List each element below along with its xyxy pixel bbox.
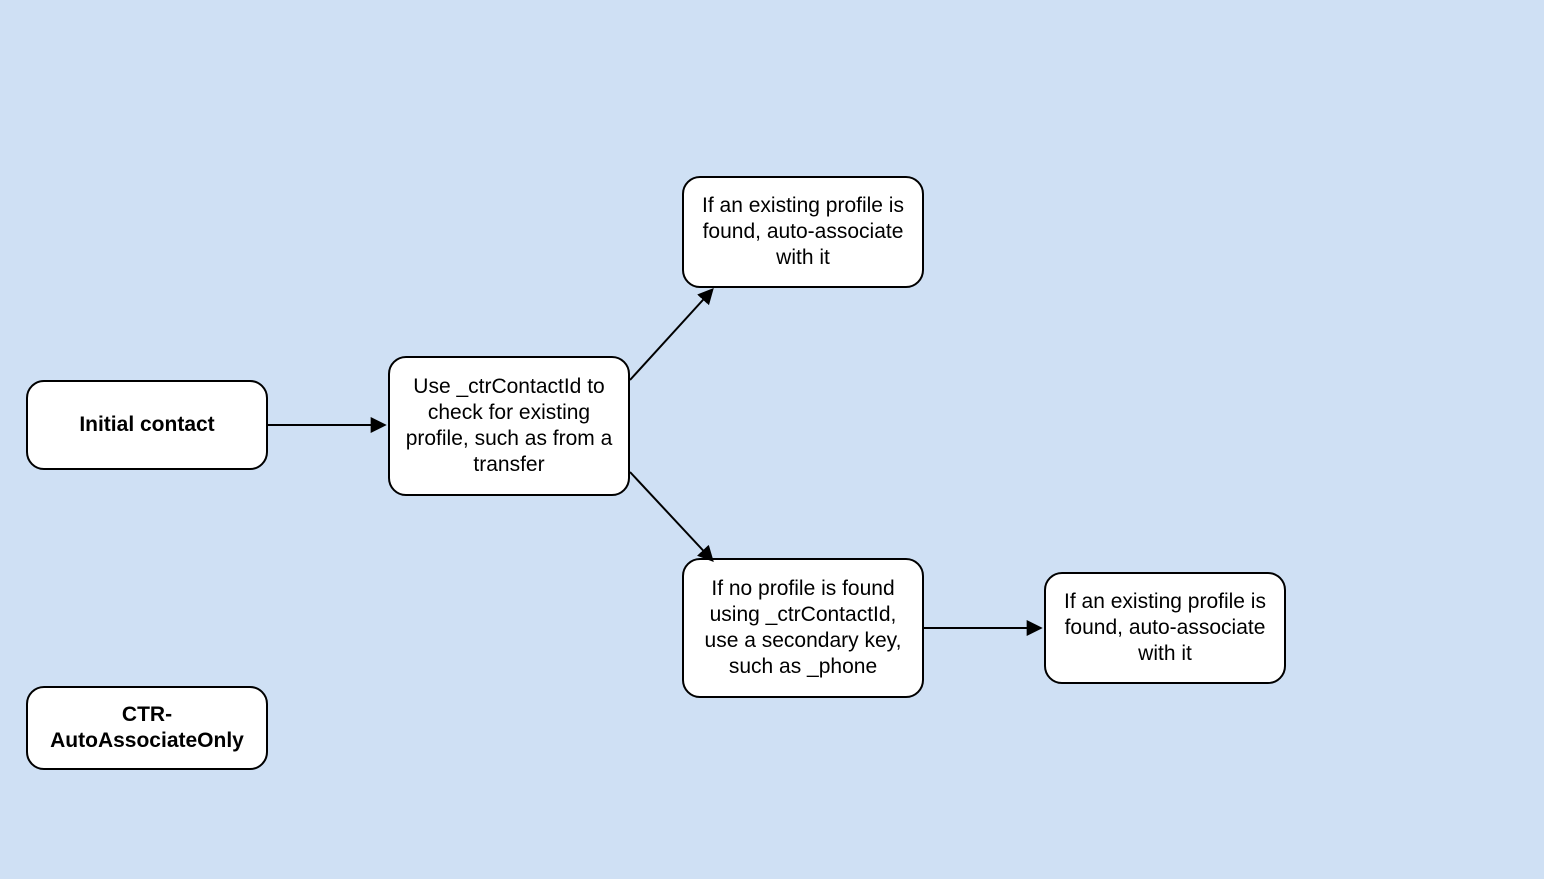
edge-check-to-found-top	[630, 290, 712, 380]
node-check-profile: Use _ctrContactId to check for existing …	[388, 356, 630, 496]
node-profile-found-top: If an existing profile is found, auto-as…	[682, 176, 924, 288]
edge-check-to-not-found	[630, 472, 712, 560]
node-profile-found-right: If an existing profile is found, auto-as…	[1044, 572, 1286, 684]
node-initial-contact: Initial contact	[26, 380, 268, 470]
node-profile-not-found: If no profile is found using _ctrContact…	[682, 558, 924, 698]
node-ctr-auto-associate-only: CTR-AutoAssociateOnly	[26, 686, 268, 770]
